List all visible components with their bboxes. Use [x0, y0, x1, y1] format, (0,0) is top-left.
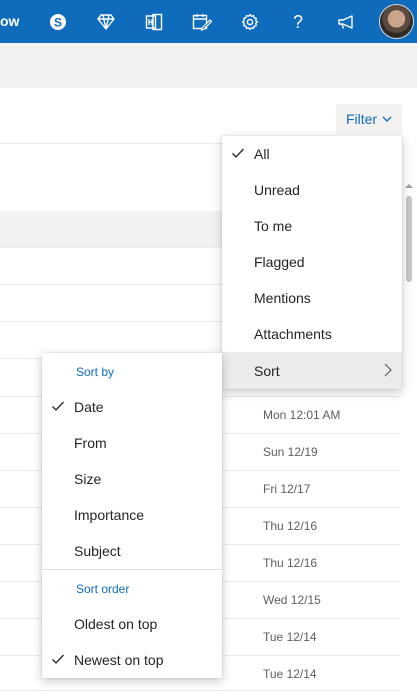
filter-item-label: Unread	[254, 182, 300, 198]
list-divider	[0, 690, 400, 691]
menu-divider	[42, 569, 222, 570]
megaphone-icon[interactable]	[332, 8, 360, 36]
sort-item-label: Date	[74, 399, 104, 415]
sort-item-size[interactable]: Size	[42, 461, 222, 497]
message-date: Fri 12/17	[263, 482, 311, 496]
message-date: Tue 12/14	[263, 630, 317, 644]
sort-item-date[interactable]: Date	[42, 389, 222, 425]
filter-item-flagged[interactable]: Flagged	[222, 244, 402, 280]
top-bar: ow S ?	[0, 0, 417, 43]
topbar-left-text: ow	[0, 13, 20, 29]
sort-item-label: Newest on top	[74, 652, 164, 668]
message-date: Thu 12/16	[263, 556, 318, 570]
filter-item-to-me[interactable]: To me	[222, 208, 402, 244]
sort-item-importance[interactable]: Importance	[42, 497, 222, 533]
sort-item-newest-on-top[interactable]: Newest on top	[42, 642, 222, 678]
sort-item-label: Oldest on top	[74, 616, 158, 632]
sort-item-label: Importance	[74, 507, 145, 523]
sort-item-from[interactable]: From	[42, 425, 222, 461]
svg-text:S: S	[54, 16, 62, 30]
filter-item-sort[interactable]: Sort	[222, 352, 402, 389]
filter-item-label: Flagged	[254, 254, 305, 270]
filter-item-mentions[interactable]: Mentions	[222, 280, 402, 316]
command-ribbon	[0, 43, 417, 88]
sort-item-label: Size	[74, 471, 102, 487]
help-icon[interactable]: ?	[284, 8, 312, 36]
filter-button-label: Filter	[345, 111, 378, 127]
check-icon	[232, 148, 244, 158]
filter-item-label: To me	[254, 218, 293, 234]
diamond-icon[interactable]	[92, 8, 120, 36]
sort-item-subject[interactable]: Subject	[42, 533, 222, 569]
check-icon	[52, 401, 64, 411]
office-icon[interactable]	[140, 8, 168, 36]
skype-icon[interactable]: S	[44, 8, 72, 36]
calendar-edit-icon[interactable]	[188, 8, 216, 36]
message-date: Tue 12/14	[263, 667, 317, 681]
avatar[interactable]	[379, 4, 414, 39]
sort-item-oldest-on-top[interactable]: Oldest on top	[42, 606, 222, 642]
filter-item-unread[interactable]: Unread	[222, 172, 402, 208]
filter-item-label: Attachments	[254, 326, 332, 342]
sort-by-header: Sort by	[76, 365, 115, 379]
filter-item-attachments[interactable]: Attachments	[222, 316, 402, 352]
message-date: Wed 12/15	[263, 593, 321, 607]
filter-item-label: Sort	[254, 362, 280, 379]
filter-menu: All Unread To me Flagged Mentions Attach…	[222, 136, 402, 389]
message-date: Mon 12:01 AM	[263, 408, 341, 422]
filter-item-label: All	[254, 146, 270, 162]
sort-item-label: Subject	[74, 543, 121, 559]
filter-item-all[interactable]: All	[222, 136, 402, 172]
scroll-up-icon[interactable]	[404, 182, 414, 192]
check-icon	[52, 654, 64, 664]
message-date: Sun 12/19	[263, 445, 318, 459]
sort-menu: Sort by Date From Size Importance Subjec…	[42, 353, 222, 678]
filter-item-label: Mentions	[254, 290, 311, 306]
gear-icon[interactable]	[236, 8, 264, 36]
sort-order-header: Sort order	[76, 582, 130, 596]
sort-item-label: From	[74, 435, 107, 451]
message-date: Thu 12/16	[263, 519, 318, 533]
chevron-down-icon	[382, 116, 392, 122]
chevron-right-icon	[384, 363, 392, 377]
filter-button[interactable]: Filter	[336, 104, 402, 134]
scrollbar-thumb[interactable]	[406, 196, 412, 282]
